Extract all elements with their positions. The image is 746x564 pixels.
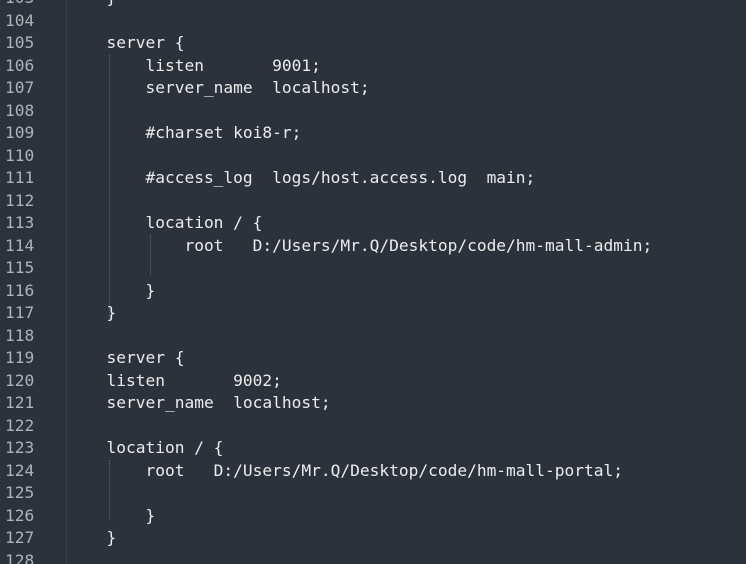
line-number: 126 bbox=[5, 505, 35, 525]
code-line[interactable]: 125 bbox=[0, 482, 746, 505]
code-text[interactable]: listen 9002; bbox=[68, 370, 281, 393]
line-number: 104 bbox=[5, 10, 35, 30]
code-line[interactable]: 103 } bbox=[0, 0, 746, 10]
line-number: 128 bbox=[5, 550, 35, 564]
code-text[interactable]: } bbox=[68, 302, 116, 325]
line-number: 122 bbox=[5, 415, 35, 435]
code-line[interactable]: 121 server_name localhost; bbox=[0, 392, 746, 415]
code-line[interactable]: 107 server_name localhost; bbox=[0, 77, 746, 100]
line-number: 115 bbox=[5, 258, 35, 277]
line-number: 127 bbox=[5, 528, 35, 547]
code-text[interactable]: server_name localhost; bbox=[68, 392, 330, 415]
line-number: 108 bbox=[5, 100, 35, 120]
line-number: 110 bbox=[5, 145, 35, 165]
code-text[interactable]: listen 9001; bbox=[68, 55, 320, 78]
line-number: 119 bbox=[5, 348, 35, 367]
code-line[interactable]: 114 root D:/Users/Mr.Q/Desktop/code/hm-m… bbox=[0, 235, 746, 258]
line-number: 114 bbox=[5, 235, 35, 255]
code-text[interactable]: #access_log logs/host.access.log main; bbox=[68, 167, 535, 190]
code-text[interactable]: } bbox=[68, 505, 155, 528]
code-line[interactable]: 106 listen 9001; bbox=[0, 55, 746, 78]
code-text[interactable]: } bbox=[68, 280, 155, 303]
code-line[interactable]: 111 #access_log logs/host.access.log mai… bbox=[0, 167, 746, 190]
code-text[interactable]: server { bbox=[68, 32, 184, 55]
code-line[interactable]: 128 bbox=[0, 550, 746, 564]
code-text[interactable]: root D:/Users/Mr.Q/Desktop/code/hm-mall-… bbox=[68, 460, 623, 483]
code-text[interactable]: location / { bbox=[68, 437, 223, 460]
line-number: 124 bbox=[5, 460, 35, 480]
code-line[interactable]: 126 } bbox=[0, 505, 746, 528]
code-line[interactable]: 108 bbox=[0, 100, 746, 123]
code-line[interactable]: 109 #charset koi8-r; bbox=[0, 122, 746, 145]
line-number: 111 bbox=[5, 168, 35, 187]
code-line[interactable]: 118 bbox=[0, 325, 746, 348]
code-line[interactable]: 120 listen 9002; bbox=[0, 370, 746, 393]
code-line[interactable]: 110 bbox=[0, 145, 746, 168]
code-text[interactable]: server { bbox=[68, 347, 184, 370]
code-text[interactable]: root D:/Users/Mr.Q/Desktop/code/hm-mall-… bbox=[68, 235, 652, 258]
code-line[interactable]: 127 } bbox=[0, 527, 746, 550]
code-text[interactable]: server_name localhost; bbox=[68, 77, 369, 100]
code-line[interactable]: 104 bbox=[0, 10, 746, 33]
code-text[interactable]: } bbox=[68, 0, 116, 10]
code-line[interactable]: 105 server { bbox=[0, 32, 746, 55]
code-text[interactable]: #charset koi8-r; bbox=[68, 122, 301, 145]
line-number: 107 bbox=[5, 78, 35, 97]
code-line[interactable]: 117 } bbox=[0, 302, 746, 325]
line-number: 123 bbox=[5, 438, 35, 457]
code-line[interactable]: 119 server { bbox=[0, 347, 746, 370]
code-text[interactable]: } bbox=[68, 527, 116, 550]
code-line[interactable]: 123 location / { bbox=[0, 437, 746, 460]
code-lines[interactable]: 103 }104105 server {106 listen 9001;107 … bbox=[0, 0, 746, 564]
line-number: 121 bbox=[5, 393, 35, 412]
code-text[interactable]: location / { bbox=[68, 212, 262, 235]
line-number: 118 bbox=[5, 325, 35, 345]
line-number: 105 bbox=[5, 33, 35, 52]
code-line[interactable]: 113 location / { bbox=[0, 212, 746, 235]
code-editor[interactable]: 103 }104105 server {106 listen 9001;107 … bbox=[0, 0, 746, 564]
code-line[interactable]: 115 bbox=[0, 257, 746, 280]
code-line[interactable]: 116 } bbox=[0, 280, 746, 303]
code-line[interactable]: 122 bbox=[0, 415, 746, 438]
line-number: 103 bbox=[5, 0, 47, 10]
line-number: 120 bbox=[5, 370, 35, 390]
line-number: 113 bbox=[5, 213, 35, 232]
line-number: 112 bbox=[5, 190, 35, 210]
line-number: 106 bbox=[5, 55, 35, 75]
line-number: 116 bbox=[5, 280, 35, 300]
code-line[interactable]: 124 root D:/Users/Mr.Q/Desktop/code/hm-m… bbox=[0, 460, 746, 483]
line-number: 117 bbox=[5, 303, 35, 322]
code-line[interactable]: 112 bbox=[0, 190, 746, 213]
line-number: 125 bbox=[5, 483, 35, 502]
line-number: 109 bbox=[5, 123, 35, 142]
